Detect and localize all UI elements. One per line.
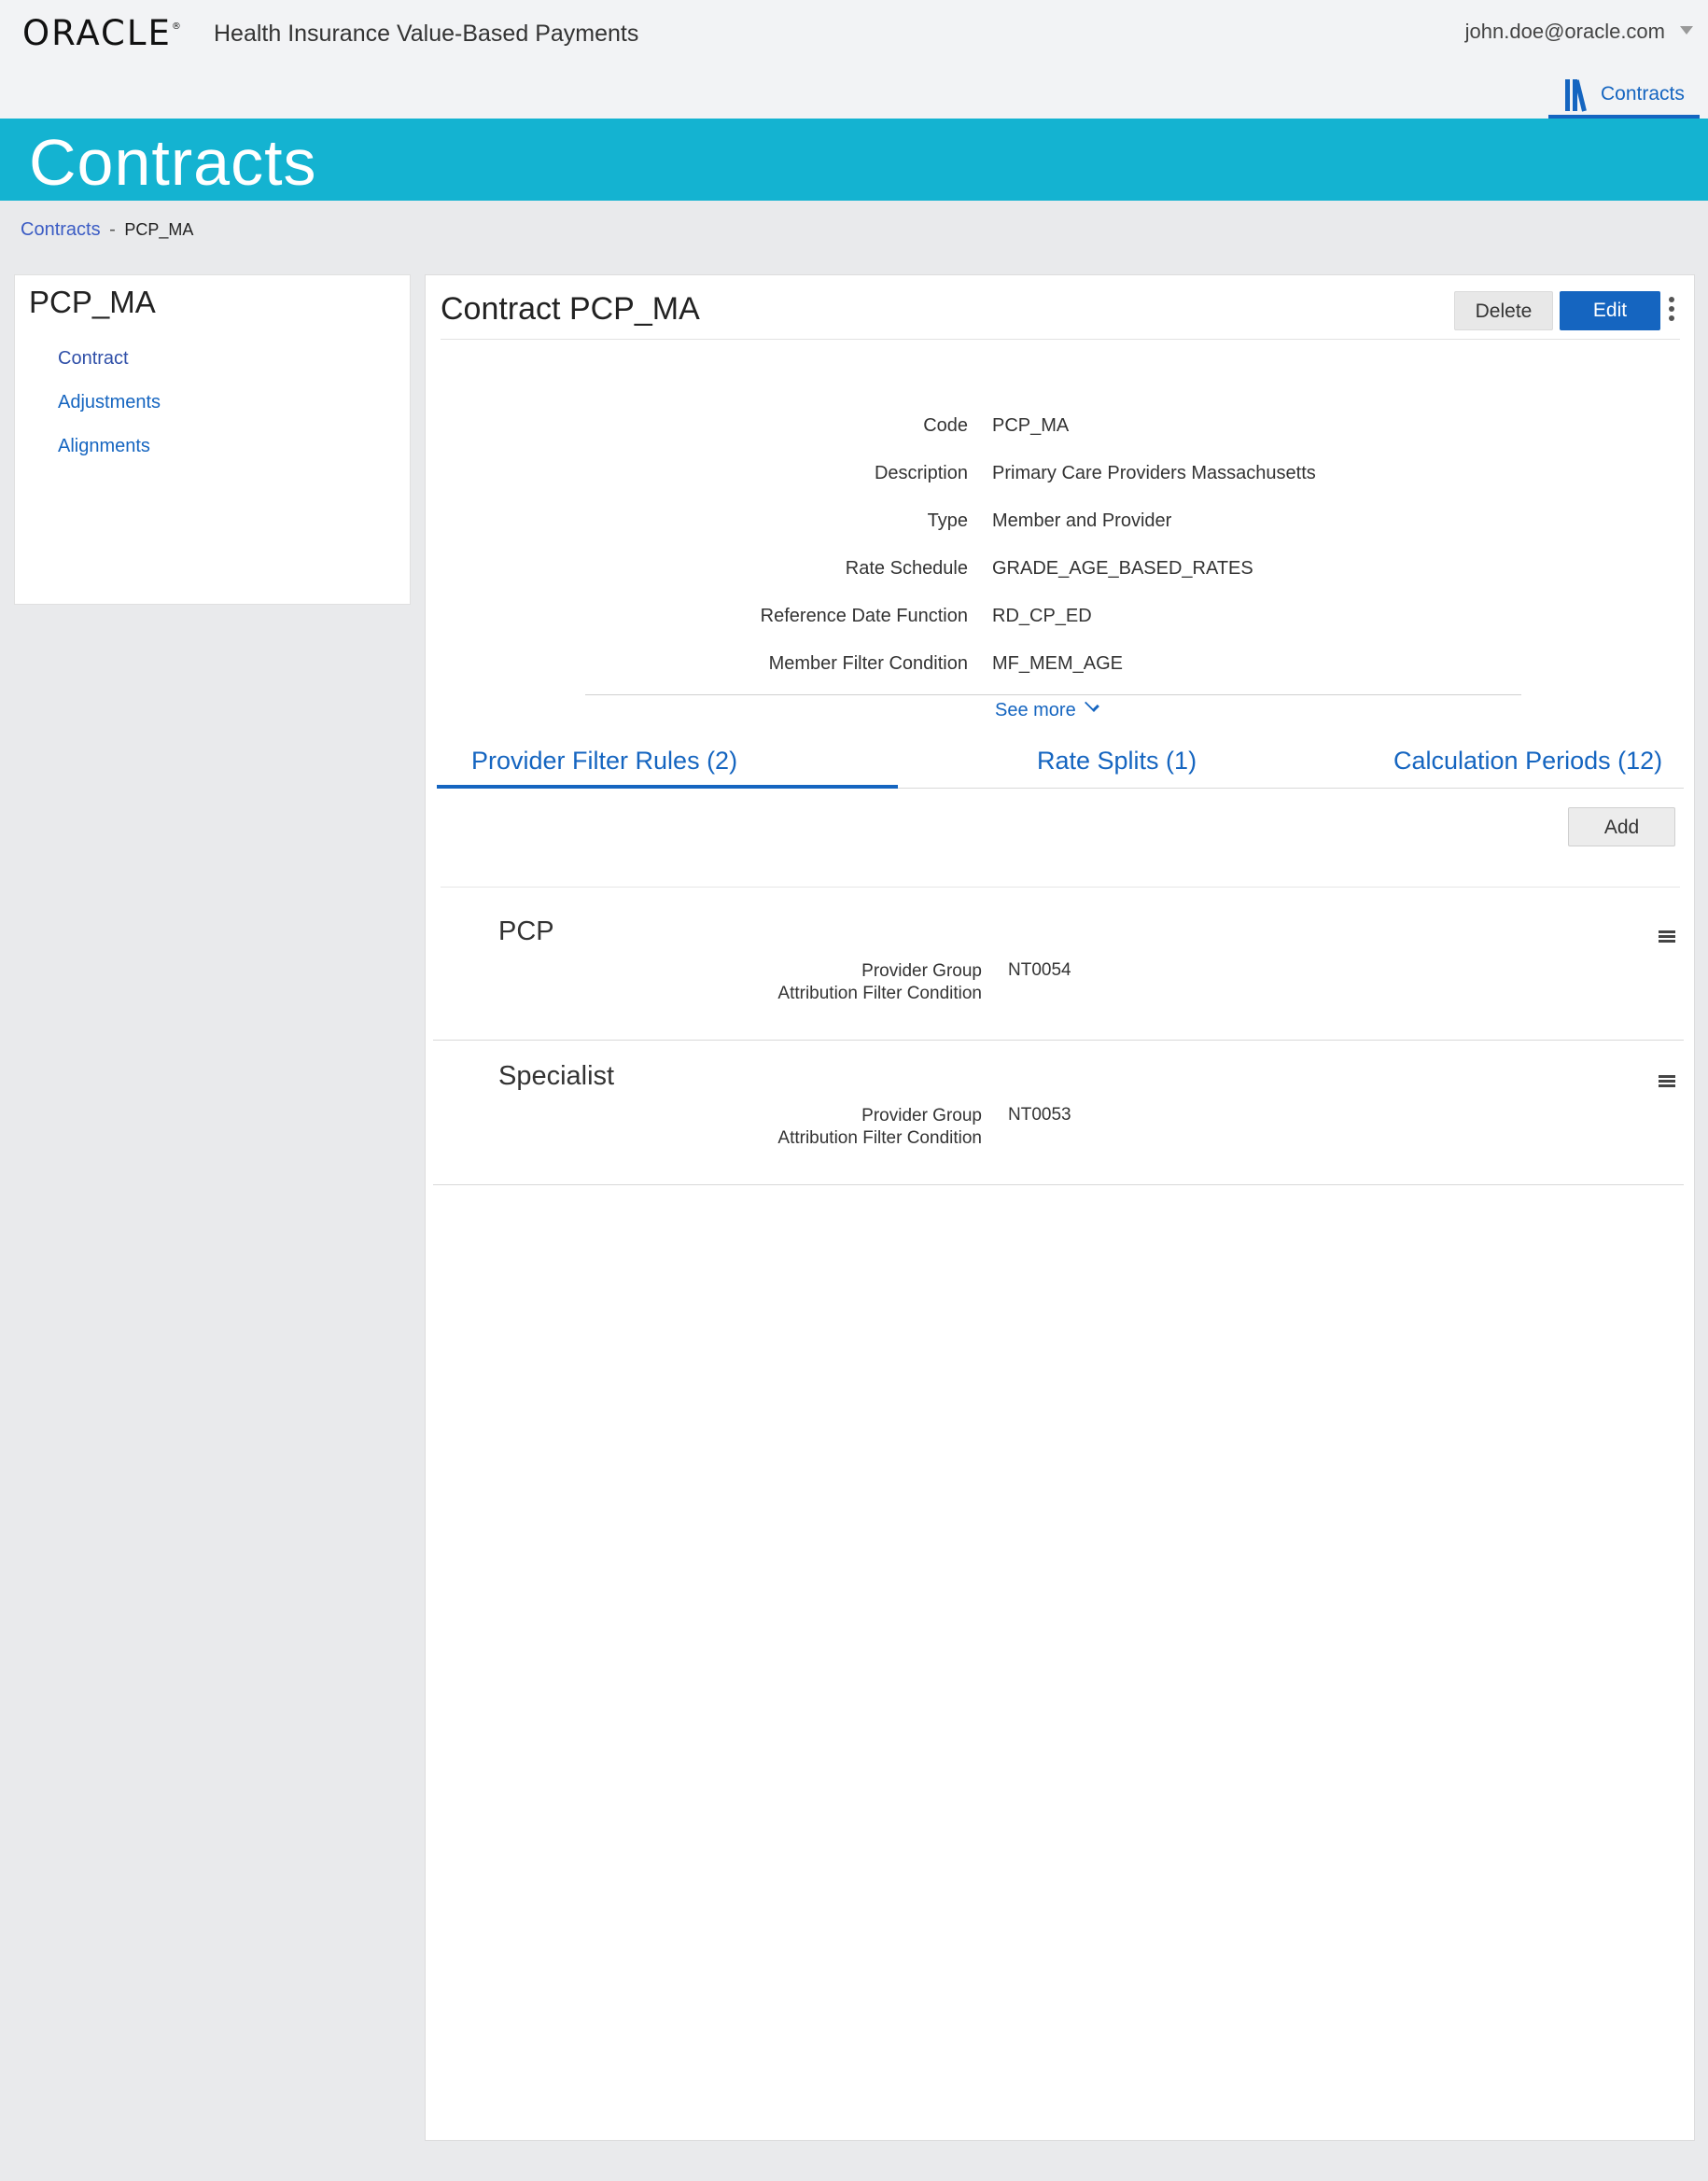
list-item: Specialist Provider Group Attribution Fi… (433, 1041, 1684, 1185)
field-label: Rate Schedule (845, 558, 968, 579)
main-panel: Contract PCP_MA Delete Edit Code PCP_MA … (425, 274, 1695, 2141)
field-value: Member and Provider (992, 510, 1172, 531)
tab-calculation-periods[interactable]: Calculation Periods (12) (1393, 747, 1662, 776)
field-value: Primary Care Providers Massachusetts (992, 463, 1316, 483)
side-panel: PCP_MA Contract Adjustments Alignments (14, 274, 411, 605)
divider (441, 887, 1680, 888)
top-bar: ORACLE® Health Insurance Value-Based Pay… (0, 0, 1708, 119)
page-banner: Contracts (0, 119, 1708, 201)
field-value: GRADE_AGE_BASED_RATES (992, 558, 1253, 579)
breadcrumb-separator: - (109, 219, 116, 240)
oracle-logo[interactable]: ORACLE® (22, 13, 183, 53)
sidebar-item-contract[interactable]: Contract (58, 348, 161, 392)
field-row-rate-schedule: Rate Schedule GRADE_AGE_BASED_RATES (426, 558, 1696, 586)
tab-bar: Provider Filter Rules (2) Rate Splits (1… (437, 737, 1684, 789)
see-more-label: See more (995, 700, 1076, 720)
side-panel-title: PCP_MA (29, 285, 156, 319)
active-tab-indicator (437, 785, 898, 789)
rule-name: PCP (498, 916, 554, 946)
tab-rate-splits[interactable]: Rate Splits (1) (1037, 747, 1197, 776)
user-menu[interactable]: john.doe@oracle.com (1465, 20, 1665, 44)
breadcrumb-link-contracts[interactable]: Contracts (21, 219, 101, 240)
divider (585, 694, 1521, 695)
edit-button[interactable]: Edit (1560, 291, 1660, 330)
field-row-type: Type Member and Provider (426, 510, 1696, 538)
more-actions-icon[interactable] (1669, 297, 1676, 323)
rule-field-label: Attribution Filter Condition (777, 984, 982, 1003)
page-title: Contracts (29, 126, 317, 199)
rule-name: Specialist (498, 1061, 615, 1091)
breadcrumb-current: PCP_MA (124, 220, 194, 239)
chevron-down-icon (1084, 697, 1099, 712)
field-label: Reference Date Function (760, 606, 968, 626)
sidebar-item-alignments[interactable]: Alignments (58, 436, 161, 480)
caret-down-icon[interactable] (1680, 26, 1693, 35)
field-label: Code (923, 415, 968, 436)
field-label: Type (927, 510, 968, 531)
tab-provider-filter-rules[interactable]: Provider Filter Rules (2) (471, 747, 737, 776)
hamburger-menu-icon[interactable] (1659, 930, 1675, 944)
field-value: PCP_MA (992, 415, 1070, 436)
field-value: RD_CP_ED (992, 606, 1092, 626)
rule-field-label: Provider Group (861, 961, 982, 981)
field-row-description: Description Primary Care Providers Massa… (426, 463, 1696, 491)
delete-button[interactable]: Delete (1454, 291, 1553, 330)
rule-field-label: Provider Group (861, 1106, 982, 1125)
side-nav: Contract Adjustments Alignments (58, 348, 161, 480)
app-name: Health Insurance Value-Based Payments (214, 21, 639, 47)
nav-tab-label: Contracts (1601, 83, 1685, 105)
nav-tab-contracts[interactable]: Contracts (1548, 74, 1700, 119)
field-row-code: Code PCP_MA (426, 415, 1696, 443)
rule-field-value: NT0053 (1008, 1105, 1071, 1125)
field-row-reference-date-function: Reference Date Function RD_CP_ED (426, 606, 1696, 634)
add-button[interactable]: Add (1568, 807, 1675, 846)
field-value: MF_MEM_AGE (992, 653, 1124, 674)
see-more-link[interactable]: See more (995, 697, 1099, 721)
field-label: Description (874, 463, 968, 483)
breadcrumb: Contracts - PCP_MA (21, 219, 193, 241)
list-item: PCP Provider Group Attribution Filter Co… (433, 896, 1684, 1041)
field-row-member-filter-condition: Member Filter Condition MF_MEM_AGE (426, 653, 1696, 681)
contract-title: Contract PCP_MA (441, 291, 700, 327)
field-label: Member Filter Condition (768, 653, 968, 674)
hamburger-menu-icon[interactable] (1659, 1075, 1675, 1088)
rule-field-value: NT0054 (1008, 960, 1071, 980)
books-icon (1565, 77, 1593, 112)
rule-field-label: Attribution Filter Condition (777, 1128, 982, 1148)
sidebar-item-adjustments[interactable]: Adjustments (58, 392, 161, 436)
divider (441, 339, 1680, 340)
